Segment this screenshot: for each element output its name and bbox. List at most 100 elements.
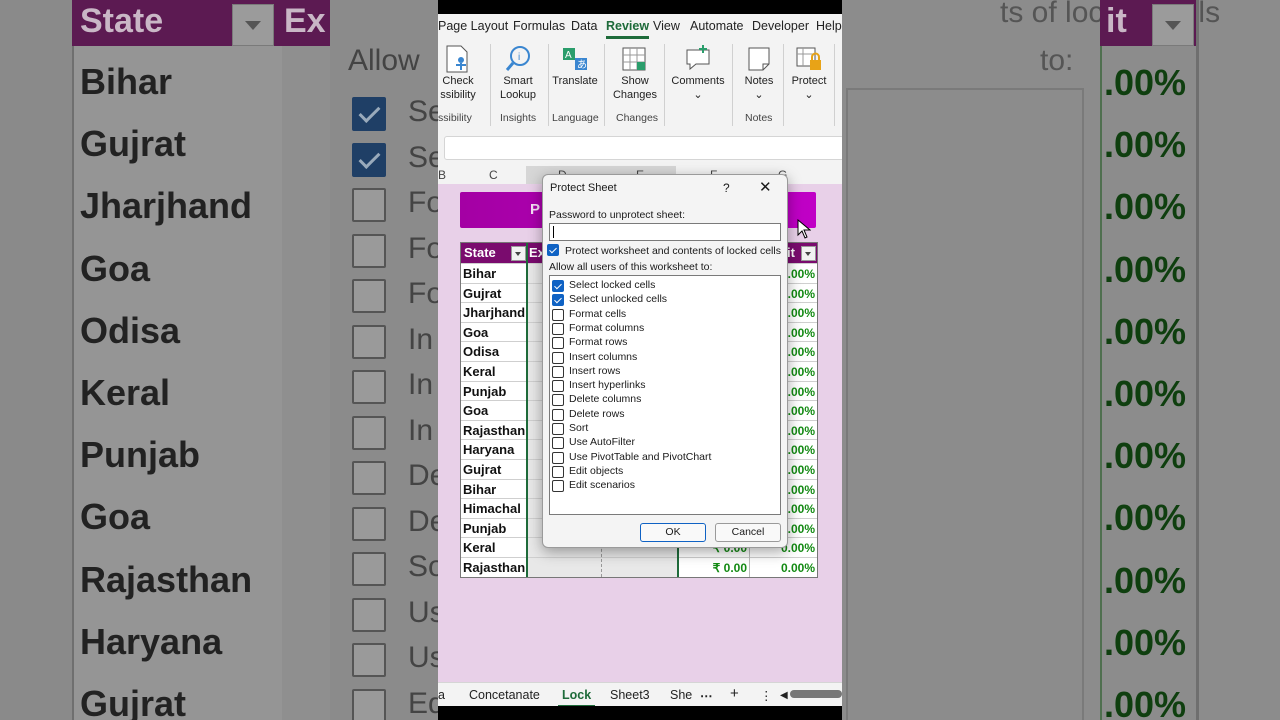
permission-checkbox[interactable] (552, 308, 564, 321)
permission-checkbox[interactable] (552, 337, 564, 350)
state-cell: Rajasthan (463, 560, 526, 575)
cancel-button[interactable]: Cancel (715, 523, 781, 542)
ok-button[interactable]: OK (640, 523, 706, 542)
horizontal-scrollbar[interactable] (790, 690, 842, 698)
permission-checkbox[interactable] (552, 322, 564, 335)
help-icon[interactable]: ? (723, 181, 730, 195)
permission-option[interactable]: Format rows (552, 335, 778, 350)
translate-button[interactable]: Aあ Translate (552, 44, 598, 88)
chevron-down-icon: ⌄ (754, 89, 764, 101)
backdrop-checkbox (352, 188, 386, 222)
permission-option[interactable]: Delete columns (552, 392, 778, 407)
translate-label: Translate (552, 75, 598, 87)
permission-checkbox[interactable] (552, 408, 564, 421)
password-input[interactable] (549, 223, 781, 241)
smart-lookup-button[interactable]: i Smart Lookup (496, 44, 540, 102)
notes-button[interactable]: Notes ⌄ (738, 44, 780, 102)
tab-formulas[interactable]: Formulas (513, 19, 565, 33)
permission-checkbox[interactable] (552, 437, 564, 450)
backdrop-left-header: State Ex (72, 0, 330, 46)
backdrop-state-text: Rajasthan (80, 558, 253, 600)
permission-option[interactable]: Sort (552, 421, 778, 435)
permission-label: Edit objects (569, 464, 624, 477)
tab-help[interactable]: Help (816, 19, 842, 33)
permission-option[interactable]: Use AutoFilter (552, 435, 778, 450)
state-cell: Himachal (463, 501, 521, 517)
tab-automate[interactable]: Automate (690, 19, 744, 33)
tab-review[interactable]: Review (606, 19, 650, 39)
permission-checkbox[interactable] (552, 365, 564, 378)
column-header-b[interactable]: B (438, 168, 446, 182)
permission-checkbox[interactable] (552, 380, 564, 393)
permission-option[interactable]: Select unlocked cells (552, 292, 778, 307)
permission-checkbox[interactable] (552, 280, 564, 292)
tab-view[interactable]: View (653, 19, 680, 33)
svg-text:i: i (518, 52, 520, 63)
permission-option[interactable]: Format cells (552, 307, 778, 321)
state-cell: Punjab (463, 520, 507, 536)
permission-option[interactable]: Insert hyperlinks (552, 378, 778, 393)
formula-input[interactable] (444, 136, 842, 160)
backdrop-checkbox (352, 370, 386, 404)
permission-option[interactable]: Format columns (552, 321, 778, 335)
bottom-letterbox (438, 706, 842, 720)
permission-checkbox[interactable] (552, 451, 564, 464)
backdrop-percent-text: .00% (1104, 248, 1187, 290)
tab-developer[interactable]: Developer (752, 19, 809, 33)
permission-checkbox[interactable] (552, 465, 564, 478)
permission-checkbox[interactable] (552, 394, 564, 407)
sheet-tab-a[interactable]: a (438, 688, 445, 702)
chevron-down-icon: ⌄ (804, 89, 814, 101)
permission-checkbox[interactable] (552, 423, 564, 435)
permission-label: Select locked cells (569, 279, 656, 291)
state-cell: Goa (463, 324, 489, 340)
permission-checkbox[interactable] (552, 480, 564, 493)
permission-checkbox[interactable] (552, 351, 564, 364)
backdrop-allow-text: Allow (348, 44, 420, 77)
protect-button[interactable]: Protect ⌄ (788, 44, 830, 102)
permission-option[interactable]: Select locked cells (552, 278, 778, 292)
backdrop-filter-icon (232, 4, 274, 46)
column-header-c[interactable]: C (489, 168, 498, 182)
sheet-options-icon[interactable]: ⋮ (760, 688, 773, 703)
show-changes-button[interactable]: Show Changes (610, 44, 660, 102)
check-accessibility-button[interactable]: Check ssibility (438, 44, 478, 102)
sheet-tab-she[interactable]: She (670, 688, 692, 702)
state-cell: Gujrat (463, 462, 502, 477)
scroll-left-icon[interactable]: ◀ (780, 690, 788, 701)
add-sheet-icon[interactable]: + (730, 685, 739, 702)
permission-option[interactable]: Edit objects (552, 464, 778, 478)
permission-checkbox[interactable] (552, 294, 564, 307)
table-row[interactable]: Rajasthan ₹ 0.00 0.00% (461, 557, 817, 577)
permission-label: Sort (569, 422, 589, 434)
sheet-tab-sheet3[interactable]: Sheet3 (610, 688, 650, 702)
sheet-tab-lock[interactable]: Lock (557, 688, 596, 707)
permission-option[interactable]: Insert columns (552, 350, 778, 364)
percent-cell: .00% (787, 325, 815, 340)
backdrop-checkbox-label: In (408, 322, 434, 356)
tab-page-layout[interactable]: Page Layout (438, 19, 508, 33)
comments-button[interactable]: Comments ⌄ (670, 44, 726, 102)
filter-dropdown-icon[interactable] (511, 246, 526, 261)
ribbon-separator (783, 44, 784, 126)
backdrop-percent-text: .00% (1104, 684, 1187, 720)
tab-data[interactable]: Data (571, 19, 597, 33)
percent-cell: .00% (787, 365, 815, 379)
filter-dropdown-icon[interactable] (801, 246, 816, 261)
more-tabs-icon[interactable]: ⋯ (700, 688, 713, 703)
state-cell: Jharjhand (463, 305, 526, 321)
close-icon[interactable]: ✕ (759, 178, 772, 196)
state-cell: Keral (463, 364, 496, 379)
sheet-tab-concetanate[interactable]: Concetanate (469, 688, 540, 702)
backdrop-to-text: to: (1040, 44, 1074, 77)
dialog-title: Protect Sheet (550, 182, 617, 194)
backdrop-checkbox (352, 643, 386, 677)
permission-option[interactable]: Insert rows (552, 364, 778, 378)
permission-option[interactable]: Edit scenarios (552, 478, 778, 493)
state-column-header: State (464, 245, 496, 260)
permission-option[interactable]: Delete rows (552, 407, 778, 421)
password-label: Password to unprotect sheet: (549, 209, 685, 221)
permissions-list[interactable]: Select locked cells Select unlocked cells… (549, 275, 781, 515)
permission-option[interactable]: Use PivotTable and PivotChart (552, 450, 778, 464)
protect-checkbox[interactable] (547, 244, 559, 256)
